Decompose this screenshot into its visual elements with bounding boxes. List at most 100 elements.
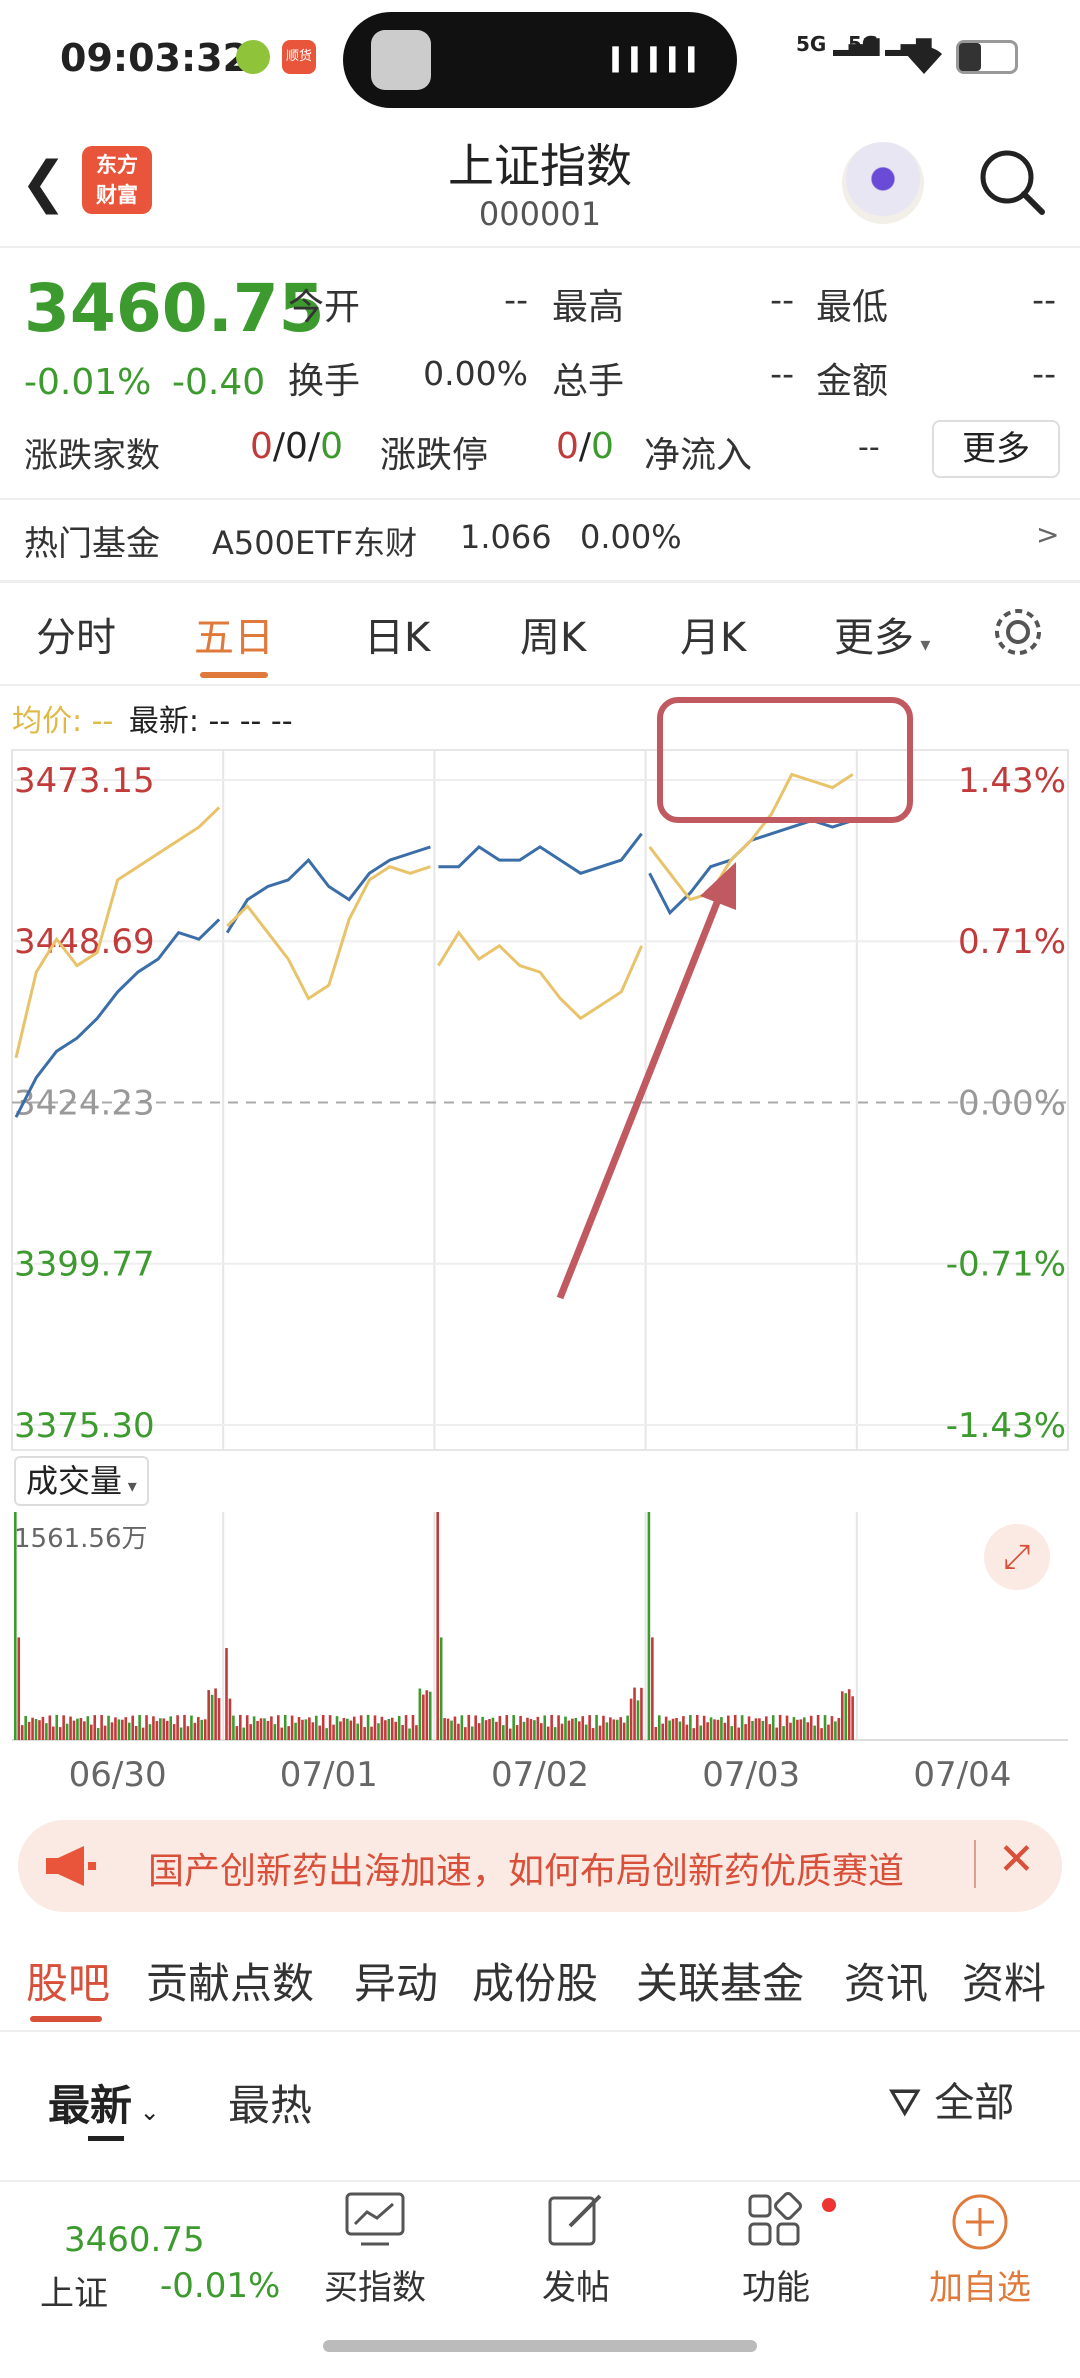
volume-bar (308, 1717, 311, 1740)
volume-bar (803, 1717, 806, 1740)
tab-profile[interactable]: 资料 (962, 1950, 1046, 2011)
tab-weekly-k[interactable]: 周K (520, 605, 586, 663)
tab-news[interactable]: 资讯 (844, 1950, 928, 2011)
tab-contribution[interactable]: 贡献点数 (146, 1950, 314, 2011)
volume-bar (152, 1716, 155, 1740)
volume-bar (283, 1714, 287, 1740)
volume-bar (349, 1720, 353, 1740)
volume-bar (827, 1724, 830, 1740)
tab-five-day[interactable]: 五日 (194, 605, 274, 663)
volume-bar (529, 1719, 533, 1740)
settings-gear-icon[interactable] (990, 604, 1046, 660)
volume-bar (155, 1721, 159, 1740)
sort-latest[interactable]: 最新 ⌄ (48, 2072, 160, 2133)
volume-bar (733, 1714, 737, 1740)
price-line (648, 818, 854, 916)
volume-bar (543, 1715, 547, 1740)
expand-icon[interactable]: ⤢ (984, 1524, 1050, 1590)
volume-bar (387, 1718, 391, 1740)
buy-index-button[interactable]: 买指数 (310, 2192, 440, 2362)
volume-bar (651, 1637, 654, 1740)
tab-guba[interactable]: 股吧 (26, 1950, 110, 2011)
futures-app-label: 顺货 (285, 49, 312, 64)
ai-assistant-icon[interactable] (842, 142, 924, 224)
volume-bar (453, 1716, 457, 1740)
volume-bar (768, 1724, 772, 1740)
hot-fund-pct: 0.00% (580, 518, 682, 556)
volume-bar (720, 1717, 723, 1740)
volume-bar (799, 1719, 803, 1740)
volume-bar (571, 1718, 574, 1740)
tab-timeshare[interactable]: 分时 (36, 605, 116, 663)
x-tick-label: 07/01 (280, 1755, 378, 1790)
tab-constituents[interactable]: 成份股 (472, 1950, 598, 2011)
volume-bar (809, 1715, 813, 1740)
volume-bar (69, 1716, 72, 1740)
back-icon[interactable]: ❮ (20, 150, 67, 215)
volume-bar (536, 1716, 540, 1740)
volume-bar (232, 1715, 235, 1740)
volume-bar (217, 1698, 221, 1740)
stat-value: -- (504, 280, 528, 319)
filter-button[interactable]: ⛛ 全部 (888, 2070, 1014, 2128)
volume-bar (713, 1719, 716, 1740)
grid-icon (748, 2192, 802, 2246)
more-stats-button[interactable]: 更多 (932, 420, 1060, 478)
volume-bar (553, 1727, 557, 1740)
sort-hot[interactable]: 最热 (228, 2072, 312, 2133)
post-button[interactable]: 发帖 (516, 2192, 636, 2362)
volume-bar (723, 1722, 727, 1740)
active-tab-indicator (30, 2016, 102, 2022)
stat-label: 最低 (816, 287, 889, 328)
functions-button[interactable]: 功能 (716, 2192, 836, 2362)
volume-bar (425, 1690, 429, 1740)
volume-bar (169, 1716, 172, 1740)
tab-daily-k[interactable]: 日K (364, 605, 430, 663)
volume-bar (609, 1717, 612, 1740)
search-icon[interactable] (976, 146, 1048, 218)
tab-monthly-k[interactable]: 月K (680, 605, 746, 663)
volume-bar (172, 1724, 176, 1740)
limit-label: 涨跌停 (380, 435, 489, 476)
volume-bar (512, 1715, 515, 1740)
tab-related-funds[interactable]: 关联基金 (636, 1950, 804, 2011)
volume-bar (581, 1716, 585, 1740)
hot-fund-price: 1.066 (460, 518, 552, 556)
tab-movement[interactable]: 异动 (354, 1950, 438, 2011)
stat-value: -- (1032, 354, 1056, 393)
volume-bar (401, 1725, 404, 1740)
volume-selector[interactable]: 成交量 ▾ (14, 1456, 149, 1506)
active-sort-indicator (88, 2136, 124, 2141)
volume-bar (328, 1715, 332, 1740)
volume-bar (761, 1720, 765, 1740)
volume-bar (134, 1726, 138, 1740)
volume-bar (183, 1714, 186, 1740)
volume-bar (484, 1720, 488, 1740)
chevron-right-icon: > (1036, 518, 1060, 551)
five-day-chart[interactable]: 3473.15 1.43% 3448.69 0.71% 3424.23 0.00% 3399… (0, 690, 1080, 1790)
volume-bar (259, 1718, 263, 1740)
add-watchlist-button[interactable]: 加自选 (910, 2192, 1050, 2362)
volume-bar (695, 1714, 699, 1740)
volume-bar (45, 1723, 48, 1740)
price-line (438, 832, 643, 875)
volume-bar (41, 1716, 45, 1740)
volume-bar (394, 1721, 398, 1740)
volume-bar (633, 1687, 636, 1740)
close-icon[interactable]: ✕ (998, 1834, 1035, 1885)
tab-more[interactable]: 更多 ▾ (834, 605, 930, 663)
volume-bar (314, 1715, 318, 1740)
volume-bar (27, 1721, 31, 1740)
volume-bar (526, 1717, 529, 1740)
news-banner[interactable]: 国产创新药出海加速，如何布局创新药优质赛道 ✕ (18, 1820, 1062, 1912)
add-watchlist-label: 加自选 (929, 2268, 1031, 2308)
volume-bar (162, 1718, 166, 1740)
volume-bar (789, 1722, 792, 1740)
volume-bar (685, 1724, 689, 1740)
volume-bar (404, 1715, 408, 1740)
hot-fund-row[interactable]: 热门基金 A500ETF东财 1.066 0.00% > (0, 500, 1080, 580)
volume-bar (834, 1721, 837, 1740)
volume-bar (844, 1693, 848, 1740)
stat-value: -- (770, 354, 794, 393)
volume-bar (615, 1719, 619, 1740)
